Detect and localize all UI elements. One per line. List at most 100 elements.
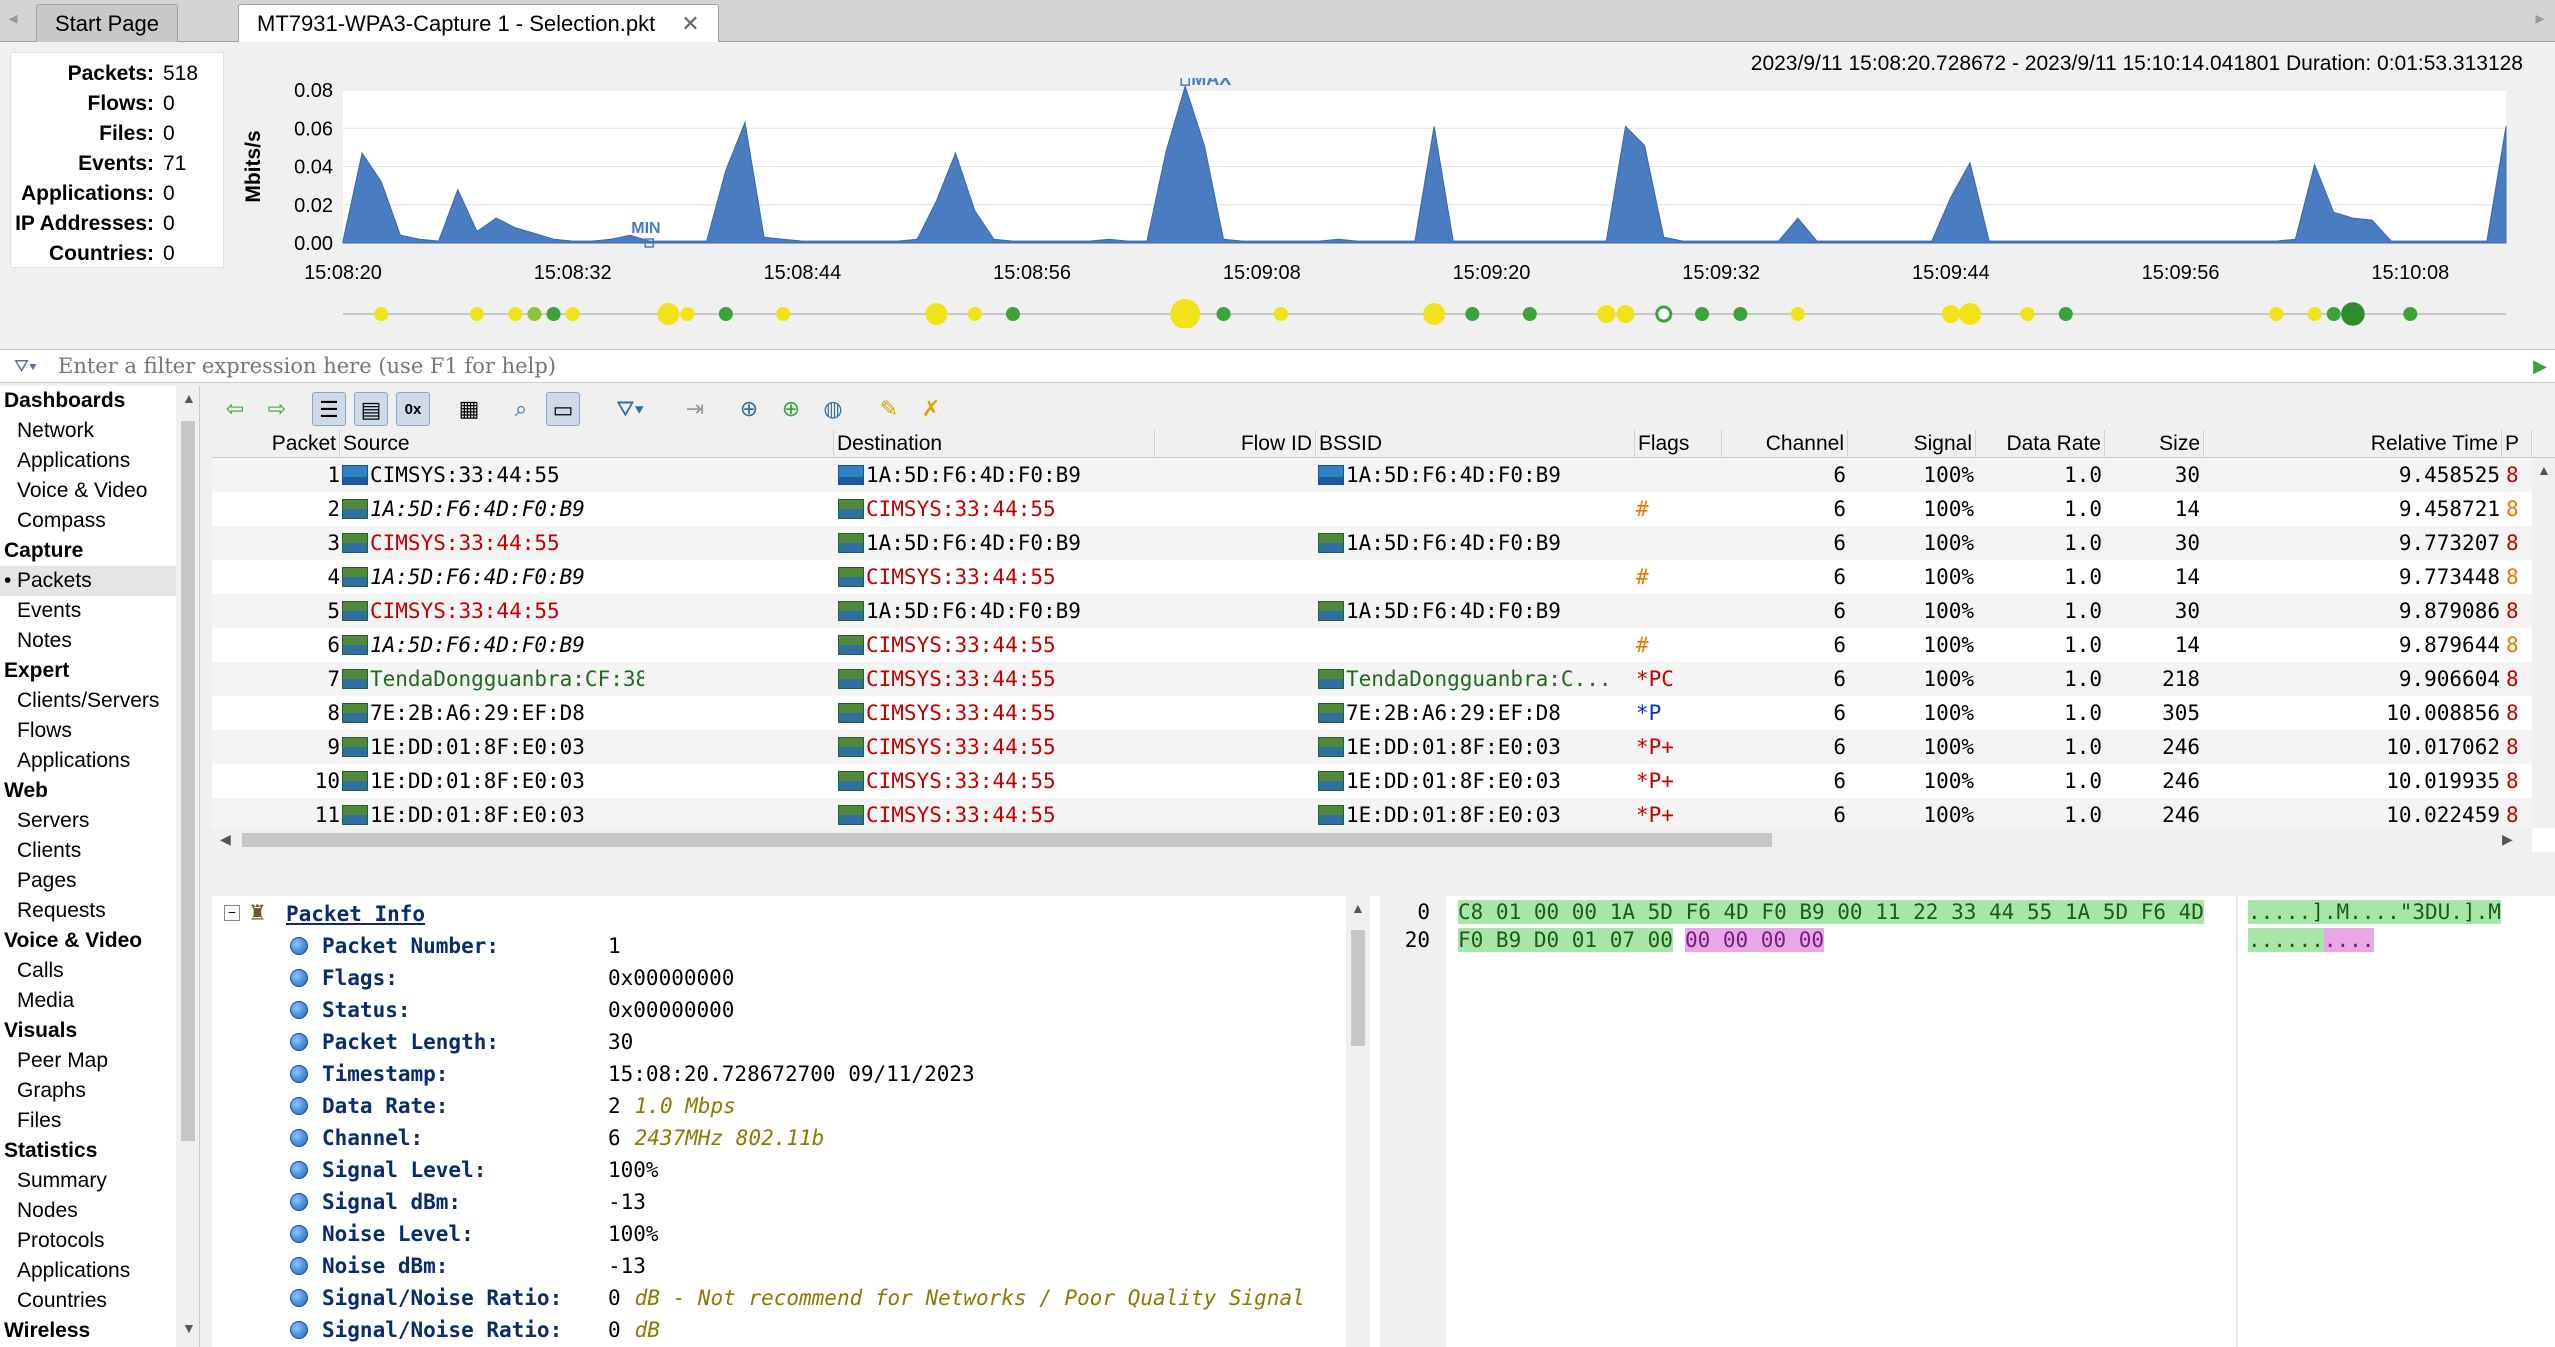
split-view-icon[interactable]: ▭ bbox=[546, 392, 580, 426]
sidebar-item-summary[interactable]: Summary bbox=[0, 1166, 182, 1196]
sidebar-item-nodes[interactable]: Nodes bbox=[0, 1196, 182, 1226]
sidebar-item-peer-map[interactable]: Peer Map bbox=[0, 1046, 182, 1076]
packet-list-vertical-scrollbar[interactable]: ▲ ▼ bbox=[2532, 458, 2555, 828]
column-header-data-rate[interactable]: Data Rate bbox=[1976, 430, 2105, 458]
column-header-bssid[interactable]: BSSID bbox=[1316, 430, 1635, 458]
globe-icon[interactable]: ◍ bbox=[816, 392, 850, 426]
column-header-signal[interactable]: Signal bbox=[1848, 430, 1976, 458]
hex-bytes[interactable]: C8 01 00 00 1A 5D F6 4D F0 B9 00 11 22 3… bbox=[1454, 898, 2208, 926]
sidebar-item-applications[interactable]: Applications bbox=[0, 1256, 182, 1286]
table-row[interactable]: 7 TendaDongguanbra:CF:38:E1 CIMSYS:33:44:5… bbox=[212, 662, 2532, 696]
sidebar-item-wireless[interactable]: Wireless bbox=[0, 1316, 182, 1346]
packet-list-view-icon[interactable]: ☰ bbox=[312, 392, 346, 426]
column-header-flow-id[interactable]: Flow ID bbox=[1155, 430, 1316, 458]
sidebar-item-visuals[interactable]: Visuals bbox=[0, 1016, 182, 1046]
table-row[interactable]: 2 1A:5D:F6:4D:F0:B9 CIMSYS:33:44:55 #6 100% 1… bbox=[212, 492, 2532, 526]
decode-scroll-thumb[interactable] bbox=[1351, 930, 1365, 1046]
field-label: Signal/Noise Ratio: bbox=[322, 1318, 563, 1342]
table-row[interactable]: 8 7E:2B:A6:29:EF:D8 CIMSYS:33:44:55 7E:2B:A… bbox=[212, 696, 2532, 730]
packet-list-horizontal-scrollbar[interactable]: ◀ ▶ bbox=[212, 828, 2532, 852]
table-row[interactable]: 5 CIMSYS:33:44:55 1A:5D:F6:4D:F0:B9 1A:5D:F… bbox=[212, 594, 2532, 628]
scroll-up-icon[interactable]: ▲ bbox=[182, 390, 196, 406]
column-header-channel[interactable]: Channel bbox=[1722, 430, 1848, 458]
sidebar-item-protocols[interactable]: Protocols bbox=[0, 1226, 182, 1256]
table-row[interactable]: 4 1A:5D:F6:4D:F0:B9 CIMSYS:33:44:55 #6 100% 1… bbox=[212, 560, 2532, 594]
edit-notes-icon[interactable]: ✎ bbox=[872, 392, 906, 426]
sidebar-item-clients[interactable]: Clients bbox=[0, 836, 182, 866]
add-protocol-icon[interactable]: ⊕ bbox=[774, 392, 808, 426]
collapse-icon[interactable]: − bbox=[224, 905, 240, 921]
back-arrow-icon[interactable]: ⇦ bbox=[218, 392, 252, 426]
scroll-left-icon[interactable]: ◀ bbox=[220, 831, 231, 848]
packet-info-title[interactable]: Packet Info bbox=[286, 898, 425, 930]
tab-scroll-left-icon[interactable]: ◂ bbox=[4, 8, 22, 32]
sidebar-item-flows[interactable]: Flows bbox=[0, 716, 182, 746]
decode-scrollbar[interactable]: ▲ bbox=[1346, 896, 1370, 1347]
indent-icon[interactable]: ⇥ bbox=[678, 392, 712, 426]
sidebar-item-dashboards[interactable]: Dashboards bbox=[0, 386, 182, 416]
scroll-up-icon[interactable]: ▲ bbox=[2537, 462, 2551, 478]
sidebar-item-pages[interactable]: Pages bbox=[0, 866, 182, 896]
clear-notes-icon[interactable]: ✗ bbox=[914, 392, 948, 426]
table-row[interactable]: 9 1E:DD:01:8F:E0:03 CIMSYS:33:44:55 1E:DD:0… bbox=[212, 730, 2532, 764]
column-header-p[interactable]: P bbox=[2502, 430, 2532, 458]
filter-dropdown-icon[interactable]: ⛛▾ bbox=[606, 392, 654, 426]
sidebar-item-voice-video[interactable]: Voice & Video bbox=[0, 476, 182, 506]
close-icon[interactable]: ✕ bbox=[681, 11, 699, 36]
sidebar-item-applications[interactable]: Applications bbox=[0, 446, 182, 476]
column-header-destination[interactable]: Destination bbox=[834, 430, 1155, 458]
sidebar-item-applications[interactable]: Applications bbox=[0, 746, 182, 776]
columns-icon[interactable]: ▦ bbox=[452, 392, 486, 426]
scroll-up-icon[interactable]: ▲ bbox=[1351, 900, 1365, 916]
hex-ascii[interactable]: .......... bbox=[2244, 926, 2378, 954]
sidebar-item-web[interactable]: Web bbox=[0, 776, 182, 806]
column-header-packet[interactable]: Packet bbox=[212, 430, 340, 458]
network-adapter-icon bbox=[342, 737, 368, 757]
find-icon[interactable]: ⌕ bbox=[504, 392, 538, 426]
hex-view-icon[interactable]: 0x bbox=[396, 392, 430, 426]
sidebar-item-statistics[interactable]: Statistics bbox=[0, 1136, 182, 1166]
sidebar-item-calls[interactable]: Calls bbox=[0, 956, 182, 986]
table-row[interactable]: 11 1E:DD:01:8F:E0:03 CIMSYS:33:44:55 1E:DD:… bbox=[212, 798, 2532, 832]
sidebar-item-voice-video[interactable]: Voice & Video bbox=[0, 926, 182, 956]
table-row[interactable]: 6 1A:5D:F6:4D:F0:B9 CIMSYS:33:44:55 #6 100% 1… bbox=[212, 628, 2532, 662]
hex-ascii[interactable]: .....].M...."3DU.].M bbox=[2244, 898, 2505, 926]
sidebar-item-notes[interactable]: Notes bbox=[0, 626, 182, 656]
sidebar-item-network[interactable]: Network bbox=[0, 416, 182, 446]
apply-filter-icon[interactable]: ▶ bbox=[2533, 356, 2547, 377]
column-header-relative-time[interactable]: Relative Time bbox=[2204, 430, 2502, 458]
sidebar-item-media[interactable]: Media bbox=[0, 986, 182, 1016]
sidebar-item-requests[interactable]: Requests bbox=[0, 896, 182, 926]
tab-scroll-right-icon[interactable]: ▸ bbox=[2531, 8, 2549, 32]
sidebar-item-graphs[interactable]: Graphs bbox=[0, 1076, 182, 1106]
sidebar-item-countries[interactable]: Countries bbox=[0, 1286, 182, 1316]
sidebar-item-files[interactable]: Files bbox=[0, 1106, 182, 1136]
sidebar-item-servers[interactable]: Servers bbox=[0, 806, 182, 836]
sidebar-item-capture[interactable]: Capture bbox=[0, 536, 182, 566]
hex-bytes[interactable]: F0 B9 D0 01 07 00 00 00 00 00 bbox=[1454, 926, 1828, 954]
table-row[interactable]: 10 1E:DD:01:8F:E0:03 CIMSYS:33:44:55 1E:DD:… bbox=[212, 764, 2532, 798]
sidebar-scrollbar[interactable]: ▲ ▼ bbox=[176, 386, 199, 1347]
traffic-chart[interactable]: Mbits/s 0.08 0.06 0.04 0.02 0.00 15:08:20 15:08… bbox=[230, 78, 2530, 328]
decode-view-icon[interactable]: ▤ bbox=[354, 392, 388, 426]
scroll-right-icon[interactable]: ▶ bbox=[2502, 831, 2513, 848]
scroll-down-icon[interactable]: ▼ bbox=[182, 1320, 196, 1336]
sidebar-scroll-thumb[interactable] bbox=[181, 421, 195, 1141]
sidebar-item-compass[interactable]: Compass bbox=[0, 506, 182, 536]
tab-start-page[interactable]: Start Page bbox=[36, 4, 178, 42]
tab-capture-file[interactable]: MT7931-WPA3-Capture 1 - Selection.pkt ✕ bbox=[238, 4, 719, 42]
sidebar-item-packets[interactable]: • Packets bbox=[0, 566, 182, 596]
sidebar-item-events[interactable]: Events bbox=[0, 596, 182, 626]
sidebar-item-clients-servers[interactable]: Clients/Servers bbox=[0, 686, 182, 716]
column-header-flags[interactable]: Flags bbox=[1635, 430, 1722, 458]
sidebar-item-expert[interactable]: Expert bbox=[0, 656, 182, 686]
add-node-icon[interactable]: ⊕ bbox=[732, 392, 766, 426]
table-row[interactable]: 1 CIMSYS:33:44:55 1A:5D:F6:4D:F0:B9 1A:5D:F… bbox=[212, 458, 2532, 492]
filter-input[interactable] bbox=[58, 352, 2518, 380]
horizontal-scroll-thumb[interactable] bbox=[242, 833, 1772, 847]
table-row[interactable]: 3 CIMSYS:33:44:55 1A:5D:F6:4D:F0:B9 1A:5D:F… bbox=[212, 526, 2532, 560]
column-header-size[interactable]: Size bbox=[2105, 430, 2204, 458]
filter-icon[interactable]: ⛛▾ bbox=[14, 356, 37, 377]
column-header-source[interactable]: Source bbox=[340, 430, 834, 458]
forward-arrow-icon[interactable]: ⇨ bbox=[260, 392, 294, 426]
